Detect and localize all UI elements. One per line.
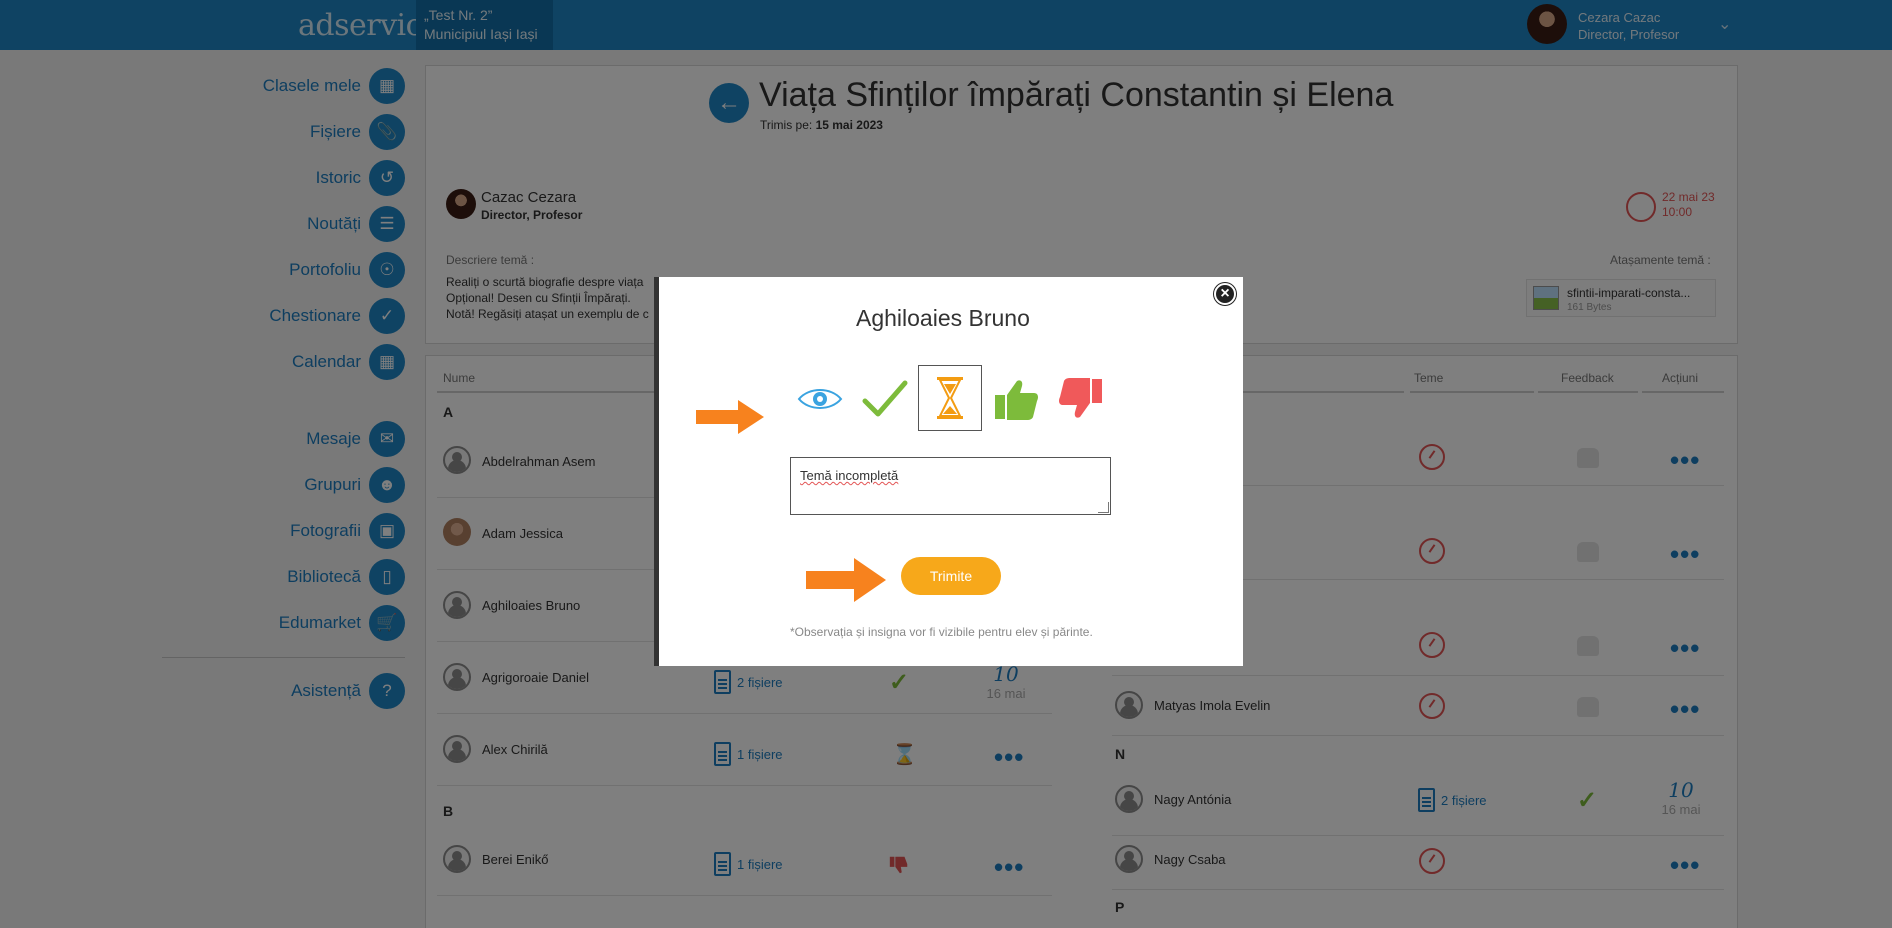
arrow-right-icon [806, 558, 886, 602]
resize-handle-icon[interactable] [1098, 502, 1109, 513]
status-seen-option[interactable] [788, 366, 852, 432]
eye-icon [797, 389, 843, 409]
check-icon [862, 380, 908, 417]
note-value: Temă incompletă [800, 468, 899, 483]
status-incomplete-option[interactable] [918, 365, 982, 431]
hourglass-icon [937, 377, 963, 419]
status-bad-option[interactable] [1049, 366, 1113, 432]
status-good-option[interactable] [984, 366, 1048, 432]
arrow-right-icon [696, 400, 764, 434]
feedback-note-textarea[interactable]: Temă incompletă [790, 457, 1111, 515]
status-complete-option[interactable] [853, 366, 917, 432]
send-button[interactable]: Trimite [901, 557, 1001, 595]
thumbs-down-icon [1059, 378, 1102, 418]
modal-footnote: *Observația și insigna vor fi vizibile p… [790, 625, 1093, 639]
close-icon[interactable]: × [1214, 283, 1236, 305]
modal-student-name: Aghiloaies Bruno [856, 305, 1030, 331]
thumbs-up-icon [995, 380, 1038, 420]
